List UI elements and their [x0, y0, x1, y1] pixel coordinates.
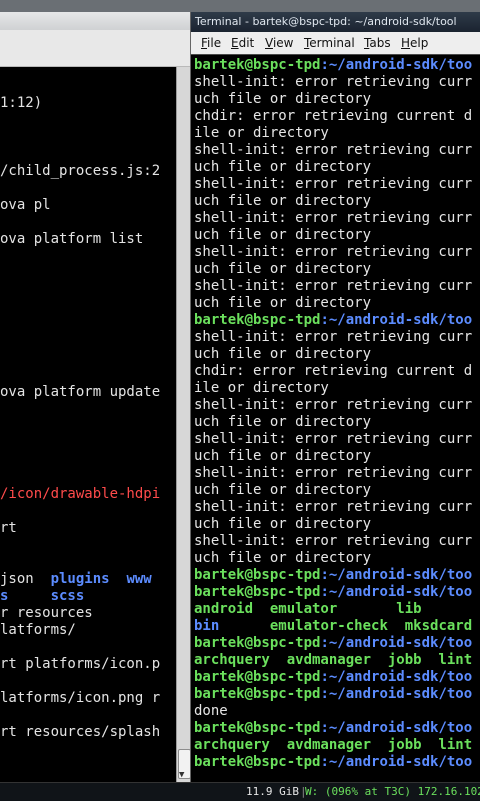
terminal-line: ile or directory: [194, 125, 329, 141]
terminal-line: uch file or directory: [194, 91, 372, 107]
prompt-line: bartek@bspc-tpd:~/android-sdk/too: [194, 567, 473, 583]
scroll-down-arrow-icon[interactable]: ▼: [179, 770, 184, 780]
terminal-line: uch file or directory: [194, 227, 372, 243]
terminal-line: uch file or directory: [194, 516, 372, 532]
left-terminal-titlebar[interactable]: [0, 12, 190, 31]
terminal-line: ova platform list: [0, 231, 144, 247]
terminal-line: shell-init: error retrieving curr: [194, 329, 473, 345]
terminal-line: uch file or directory: [194, 550, 372, 566]
terminal-line: ile or directory: [194, 380, 329, 396]
terminal-line: uch file or directory: [194, 482, 372, 498]
ls-output-line: bin emulator-check mksdcard: [194, 618, 473, 634]
terminal-line: chdir: error retrieving current d: [194, 108, 473, 124]
terminal-line: /icon/drawable-hdpi: [0, 486, 161, 502]
terminal-line: /child_process.js:2: [0, 163, 161, 179]
ls-output-line: archquery avdmanager jobb lint: [194, 737, 473, 753]
prompt-line: bartek@bspc-tpd:~/android-sdk/too: [194, 669, 473, 685]
terminal-line: s scss: [0, 588, 85, 604]
top-panel: [0, 0, 480, 12]
terminal-line: uch file or directory: [194, 295, 372, 311]
memory-status: 11.9 GiB: [246, 785, 299, 798]
terminal-line: shell-init: error retrieving curr: [194, 278, 473, 294]
left-terminal-output[interactable]: 1:12) /child_process.js:2ova pl ova platfo…: [0, 67, 176, 782]
terminal-line: chdir: error retrieving current d: [194, 363, 473, 379]
terminal-line: uch file or directory: [194, 261, 372, 277]
terminal-line: latforms/icon.png r: [0, 690, 161, 706]
terminal-line: r resources: [0, 605, 93, 621]
prompt-line: bartek@bspc-tpd:~/android-sdk/too: [194, 686, 473, 702]
terminal-line: shell-init: error retrieving curr: [194, 397, 473, 413]
terminal-line: shell-init: error retrieving curr: [194, 533, 473, 549]
menu-terminal[interactable]: Terminal: [304, 36, 355, 50]
terminal-line: ova pl: [0, 197, 51, 213]
right-terminal-window[interactable]: Terminal - bartek@bspc-tpd: ~/android-sd…: [190, 12, 480, 782]
terminal-line: latforms/: [0, 622, 76, 638]
left-terminal-scrollbar[interactable]: ▼: [176, 67, 191, 782]
prompt-line: bartek@bspc-tpd:~/android-sdk/too: [194, 312, 473, 328]
terminal-line: shell-init: error retrieving curr: [194, 142, 473, 158]
terminal-line: rt: [0, 520, 17, 536]
ls-output-line: archquery avdmanager jobb lint: [194, 652, 473, 668]
right-terminal-output[interactable]: bartek@bspc-tpd:~/android-sdk/too shell-i…: [191, 54, 480, 782]
right-terminal-titlebar[interactable]: Terminal - bartek@bspc-tpd: ~/android-sd…: [191, 12, 480, 32]
terminal-line: uch file or directory: [194, 193, 372, 209]
prompt-line: bartek@bspc-tpd:~/android-sdk/too: [194, 754, 473, 770]
terminal-line: rt resources/splash: [0, 724, 161, 740]
window-title: Terminal - bartek@bspc-tpd: ~/android-sd…: [195, 15, 457, 28]
terminal-line: ova platform update: [0, 384, 161, 400]
terminal-line: shell-init: error retrieving curr: [194, 244, 473, 260]
terminal-line: uch file or directory: [194, 159, 372, 175]
status-bar: 11.9 GiB | W: (096% at T3C) 172.16.102.: [0, 782, 480, 801]
menu-view[interactable]: View: [265, 36, 293, 50]
menu-help[interactable]: Help: [401, 36, 428, 50]
prompt-line: bartek@bspc-tpd:~/android-sdk/too: [194, 720, 473, 736]
menu-tabs[interactable]: Tabs: [364, 36, 391, 50]
prompt-line: bartek@bspc-tpd:~/android-sdk/too: [194, 584, 473, 600]
terminal-line: uch file or directory: [194, 346, 372, 362]
left-terminal-menubar: [0, 30, 190, 67]
prompt-line: bartek@bspc-tpd:~/android-sdk/too: [194, 57, 473, 73]
terminal-line: shell-init: error retrieving curr: [194, 74, 473, 90]
terminal-line: shell-init: error retrieving curr: [194, 465, 473, 481]
terminal-line: json plugins www: [0, 571, 152, 587]
terminal-line: done: [194, 703, 228, 719]
terminal-line: shell-init: error retrieving curr: [194, 499, 473, 515]
ls-output-line: android emulator lib: [194, 601, 422, 617]
menu-file[interactable]: File: [201, 36, 221, 50]
prompt-line: bartek@bspc-tpd:~/android-sdk/too: [194, 635, 473, 651]
left-terminal-window[interactable]: 1:12) /child_process.js:2ova pl ova platfo…: [0, 12, 191, 782]
terminal-line: rt platforms/icon.p: [0, 656, 161, 672]
terminal-line: uch file or directory: [194, 448, 372, 464]
terminal-menubar: File Edit View Terminal Tabs Help: [191, 32, 480, 55]
terminal-line: shell-init: error retrieving curr: [194, 431, 473, 447]
terminal-line: uch file or directory: [194, 414, 372, 430]
menu-edit[interactable]: Edit: [231, 36, 254, 50]
terminal-line: 1:12): [0, 95, 43, 111]
wifi-status: W: (096% at T3C) 172.16.102.: [305, 785, 480, 798]
terminal-line: shell-init: error retrieving curr: [194, 176, 473, 192]
terminal-line: shell-init: error retrieving curr: [194, 210, 473, 226]
